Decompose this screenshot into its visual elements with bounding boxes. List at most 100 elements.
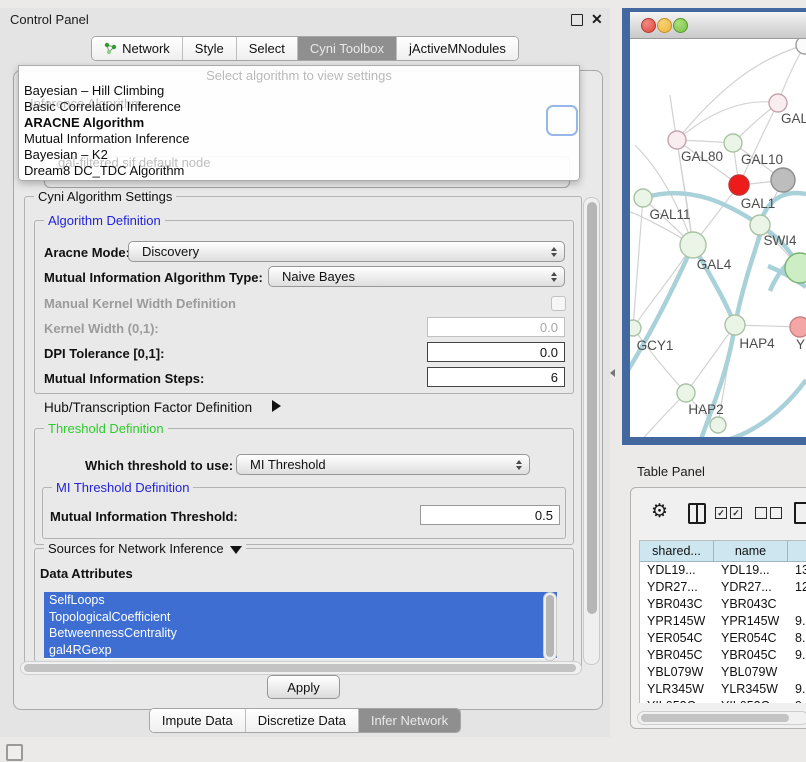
attribute-item-gal4rgexp[interactable]: gal4RGexp (44, 642, 557, 659)
column-header-shared[interactable]: shared... (640, 541, 714, 562)
divider-collapse-icon[interactable] (610, 369, 615, 377)
settings-vertical-scrollbar[interactable] (583, 197, 600, 665)
table-cell[interactable]: YDR27... (714, 579, 788, 596)
table-row[interactable]: YDL19...YDL19...13 (640, 562, 806, 579)
table-cell[interactable]: 13 (788, 562, 806, 579)
float-panel-icon[interactable] (571, 14, 583, 26)
table-cell[interactable]: YLR345W (640, 681, 714, 698)
table-row[interactable]: YLR345WYLR345W9. (640, 681, 806, 698)
table-cell[interactable]: 12 (788, 579, 806, 596)
network-node[interactable] (785, 253, 806, 283)
network-node-hap4[interactable] (725, 315, 745, 335)
attribute-item-topologicalcoefficient[interactable]: TopologicalCoefficient (44, 609, 557, 626)
network-canvas[interactable]: GALGAL80GAL10GAL1GAL11SWI4GAL4GCY1HAP4YH… (630, 39, 806, 437)
expand-right-icon[interactable] (272, 400, 281, 412)
sources-group-title[interactable]: Sources for Network Inference (44, 541, 246, 556)
table-cell[interactable]: YIL052C (714, 698, 788, 703)
unchecked-checkbox-icon[interactable] (770, 507, 782, 519)
table-cell[interactable]: 9. (788, 681, 806, 698)
minimized-panel-icon[interactable] (6, 744, 23, 761)
table-cell[interactable]: 8. (788, 630, 806, 647)
table-cell[interactable]: YER054C (640, 630, 714, 647)
tab-jactivemnodules[interactable]: jActiveMNodules (397, 37, 518, 60)
tab-cyni-toolbox[interactable]: Cyni Toolbox (298, 37, 397, 60)
network-node-gal10[interactable] (724, 134, 742, 152)
mi-steps-field[interactable]: 6 (427, 367, 565, 387)
network-node-gal80[interactable] (668, 131, 686, 149)
table-cell[interactable]: YPR145W (640, 613, 714, 630)
table-cell[interactable]: YIL052C (640, 698, 714, 703)
table-row[interactable]: YBR043CYBR043C (640, 596, 806, 613)
tab-style[interactable]: Style (183, 37, 237, 60)
mi-type-combo[interactable]: Naive Bayes (268, 266, 565, 287)
checked-checkbox-icon[interactable]: ✓ (715, 507, 727, 519)
close-icon[interactable]: ✕ (591, 11, 603, 28)
table-cell[interactable]: YBR045C (714, 647, 788, 664)
attribute-item-betweennesscentrality[interactable]: BetweennessCentrality (44, 625, 557, 642)
table-row[interactable]: YDR27...YDR27...12 (640, 579, 806, 596)
tab-select[interactable]: Select (237, 37, 298, 60)
table-cell[interactable]: YBL079W (640, 664, 714, 681)
table-cell[interactable]: YDL19... (640, 562, 714, 579)
table-cell[interactable] (788, 596, 806, 613)
network-node-gal11[interactable] (634, 189, 652, 207)
network-node-y[interactable] (790, 317, 806, 337)
table-cell[interactable]: YBR045C (640, 647, 714, 664)
gear-icon[interactable]: ⚙ (651, 502, 668, 521)
network-node-gal4[interactable] (680, 232, 706, 258)
attributes-scrollbar[interactable] (543, 592, 557, 661)
zoom-traffic-light-icon[interactable] (673, 18, 688, 33)
table-cell[interactable]: YBL079W (714, 664, 788, 681)
network-node-hap2[interactable] (677, 384, 695, 402)
settings-vertical-scrollbar-thumb[interactable] (587, 202, 597, 614)
network-window-titlebar[interactable] (630, 12, 806, 39)
table-row[interactable]: YBL079WYBL079W (640, 664, 806, 681)
table-cell[interactable]: 9. (788, 647, 806, 664)
document-icon[interactable] (794, 502, 806, 524)
network-node[interactable] (710, 417, 726, 433)
which-threshold-combo[interactable]: MI Threshold (236, 454, 530, 475)
table-row[interactable]: YIL052CYIL052C9 (640, 698, 806, 703)
mi-threshold-field[interactable]: 0.5 (420, 505, 560, 525)
column-header-name[interactable]: name (714, 541, 788, 562)
table-horizontal-scrollbar-thumb[interactable] (641, 714, 789, 722)
manual-kernel-checkbox[interactable] (551, 296, 566, 311)
table-cell[interactable]: YDL19... (714, 562, 788, 579)
network-node-gal[interactable] (769, 94, 787, 112)
table-cell[interactable]: 9. (788, 613, 806, 630)
network-node-swi4[interactable] (750, 215, 770, 235)
tab-network[interactable]: Network (92, 37, 183, 60)
table-cell[interactable]: YDR27... (640, 579, 714, 596)
table-cell[interactable]: YPR145W (714, 613, 788, 630)
table-cell[interactable]: 9 (788, 698, 806, 703)
checked-checkbox-icon[interactable]: ✓ (730, 507, 742, 519)
kernel-width-field[interactable]: 0.0 (427, 317, 565, 337)
unchecked-checkbox-icon[interactable] (755, 507, 767, 519)
tab-discretize-data[interactable]: Discretize Data (246, 709, 359, 732)
tab-impute-data[interactable]: Impute Data (150, 709, 246, 732)
network-node-gcy1[interactable] (630, 320, 641, 336)
aracne-mode-combo[interactable]: Discovery (128, 241, 565, 262)
table-horizontal-scrollbar[interactable] (637, 711, 806, 725)
attribute-item-selfloops[interactable]: SelfLoops (44, 592, 557, 609)
dpi-tolerance-field[interactable]: 0.0 (427, 342, 565, 362)
settings-horizontal-scrollbar-thumb[interactable] (24, 664, 576, 672)
table-cell[interactable]: YBR043C (640, 596, 714, 613)
table-cell[interactable]: YLR345W (714, 681, 788, 698)
network-node-gal1[interactable] (729, 175, 749, 195)
table-row[interactable]: YBR045CYBR045C9. (640, 647, 806, 664)
algorithm-option-mutual-information-inference[interactable]: Mutual Information Inference (19, 131, 579, 147)
minimize-traffic-light-icon[interactable] (657, 18, 672, 33)
table-row[interactable]: YPR145WYPR145W9. (640, 613, 806, 630)
tab-infer-network[interactable]: Infer Network (359, 709, 460, 732)
hub-definition-label[interactable]: Hub/Transcription Factor Definition (44, 400, 252, 415)
algorithm-option-aracne-algorithm[interactable]: ARACNE Algorithm (19, 115, 579, 131)
apply-button[interactable]: Apply (267, 675, 340, 699)
settings-horizontal-scrollbar[interactable] (20, 661, 582, 675)
column-header-a[interactable]: A (788, 541, 806, 562)
network-node[interactable] (771, 168, 795, 192)
close-traffic-light-icon[interactable] (641, 18, 656, 33)
table-cell[interactable]: YER054C (714, 630, 788, 647)
table-row[interactable]: YER054CYER054C8. (640, 630, 806, 647)
table-cell[interactable]: YBR043C (714, 596, 788, 613)
